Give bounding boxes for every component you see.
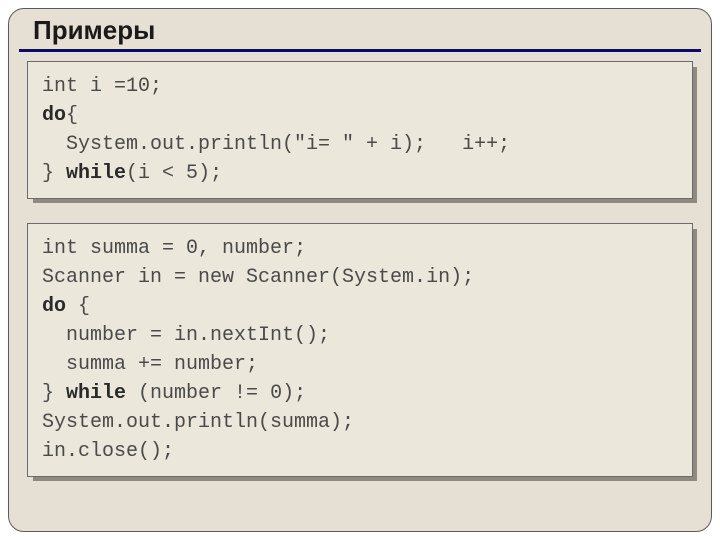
code-line: do{ xyxy=(42,101,678,130)
code-line: summa += number; xyxy=(42,350,678,379)
code-block-1-body: int i =10; do{ System.out.println("i= " … xyxy=(27,61,693,199)
code-block-1: int i =10; do{ System.out.println("i= " … xyxy=(27,61,693,199)
slide-title: Примеры xyxy=(29,15,159,46)
content-area: int i =10; do{ System.out.println("i= " … xyxy=(27,61,693,517)
slide-card: Примеры int i =10; do{ System.out.printl… xyxy=(8,8,712,532)
code-line: int summa = 0, number; xyxy=(42,234,678,263)
code-line: System.out.println(summa); xyxy=(42,408,678,437)
code-line: int i =10; xyxy=(42,72,678,101)
code-line: in.close(); xyxy=(42,437,678,466)
code-line: System.out.println("i= " + i); i++; xyxy=(42,130,678,159)
code-block-2-body: int summa = 0, number; Scanner in = new … xyxy=(27,223,693,477)
code-line: } while (number != 0); xyxy=(42,379,678,408)
code-block-2: int summa = 0, number; Scanner in = new … xyxy=(27,223,693,477)
code-line: } while(i < 5); xyxy=(42,159,678,188)
code-line: do { xyxy=(42,292,678,321)
code-line: Scanner in = new Scanner(System.in); xyxy=(42,263,678,292)
code-line: number = in.nextInt(); xyxy=(42,321,678,350)
title-divider xyxy=(19,49,701,52)
